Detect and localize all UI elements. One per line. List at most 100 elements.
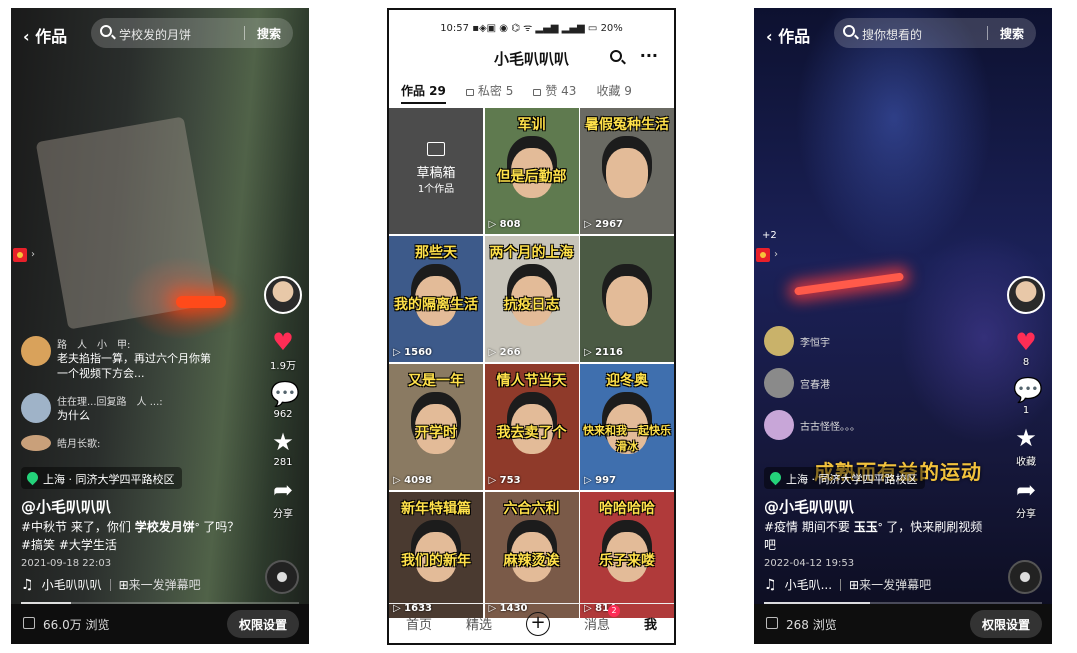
floating-comments: 李恒宇 宫春港 古古怪怪。。。 — [764, 326, 964, 452]
video-tile[interactable]: 新年特辑篇我们的新年1633 — [389, 492, 483, 618]
share-label: 分享 — [273, 509, 293, 520]
tab-favorites[interactable]: 收藏 9 — [596, 82, 631, 99]
music-name: 小毛叭叭叭 — [41, 578, 102, 592]
lock-icon — [533, 89, 542, 96]
desc-text: #疫情 期间不要 — [764, 520, 854, 534]
play-count: 1560 — [393, 347, 432, 358]
back-button[interactable]: ‹ 作品 — [23, 23, 67, 47]
search-icon[interactable] — [610, 50, 622, 62]
play-count: 753 — [489, 475, 521, 486]
tab-private[interactable]: 私密 5 — [465, 82, 513, 99]
search-bar[interactable]: 搜你想看的 搜索 — [834, 18, 1036, 48]
video-tile[interactable]: 迎冬奥快来和我一起快乐滑冰 997 — [580, 364, 674, 490]
author-avatar[interactable] — [1007, 276, 1045, 314]
video-tile[interactable]: 又是一年开学时 4098 — [389, 364, 483, 490]
author-name[interactable]: @小毛叭叭叭 — [21, 496, 111, 517]
video-tile[interactable]: 哈哈哈哈乐子来喽814 — [580, 492, 674, 618]
video-tile[interactable]: 情人节当天我去卖了个 753 — [484, 364, 579, 490]
like-icon[interactable]: ♥ — [270, 330, 296, 354]
nav-home[interactable]: 首页 — [406, 614, 432, 633]
search-button[interactable]: 搜索 — [257, 25, 281, 42]
thumbnail-caption: 暑假冤种生活 — [585, 117, 669, 133]
share-icon[interactable]: ➦ — [270, 478, 296, 502]
nav-messages[interactable]: 消息 2 — [584, 605, 620, 633]
red-packet-icon[interactable] — [13, 248, 27, 262]
search-button[interactable]: 搜索 — [1000, 25, 1024, 42]
danmaku-prompt[interactable]: 来一发弹幕吧 — [129, 576, 201, 593]
favorite-icon[interactable]: ★ — [1013, 426, 1039, 450]
more-icon[interactable]: ··· — [640, 46, 658, 65]
music-bar[interactable]: ♫ 小毛叭叭叭 ⊞ 来一发弹幕吧 — [21, 576, 201, 593]
nav-me[interactable]: 我 — [644, 614, 657, 633]
video-description: #中秋节 来了，你们 学校发月饼ᐤ 了吗？ #搞笑 #大学生活 — [21, 518, 251, 554]
comment-item[interactable]: 古古怪怪。。。 — [764, 410, 964, 440]
video-light — [176, 296, 226, 308]
music-bar[interactable]: ♫ 小毛叭... ⊞ 来一发弹幕吧 — [764, 576, 931, 593]
status-bar: 10:57 ▪◈▣ ◉ ⌬ ᯤ ▂▄▆ ▂▄▆ ▭ 20% — [389, 20, 674, 34]
comment-icon[interactable]: 💬 — [1013, 378, 1043, 402]
video-description: #疫情 期间不要 玉玉ᐤ 了，快来刷刷视频吧 — [764, 518, 994, 554]
thumbnail-caption: 又是一年 — [408, 373, 464, 389]
danmaku-prompt[interactable]: 来一发弹幕吧 — [859, 576, 931, 593]
location-tag[interactable]: 上海 · 同济大学四平路校区 — [764, 467, 925, 489]
bottom-bar: 66.0万 浏览 权限设置 — [11, 604, 309, 644]
danmaku-icon: ⊞ — [118, 577, 129, 592]
video-tile[interactable]: 暑假冤种生活 2967 — [580, 108, 674, 234]
create-button[interactable]: + — [525, 611, 550, 636]
divider — [244, 26, 245, 40]
search-placeholder[interactable]: 搜你想看的 — [862, 26, 922, 43]
back-button[interactable]: ‹ 作品 — [766, 23, 810, 47]
chevron-right-icon[interactable]: › — [774, 249, 778, 260]
comment-item[interactable]: 皓月长歌: — [21, 435, 221, 451]
commenter-name: 宫春港 — [800, 379, 830, 391]
comment-item[interactable]: 李恒宇 — [764, 326, 964, 356]
music-disc[interactable] — [265, 560, 299, 594]
desc-search-link[interactable]: 学校发月饼 — [135, 520, 195, 534]
video-tile[interactable]: 那些天我的隔离生活 1560 — [389, 236, 483, 362]
thumbnail-caption: 开学时 — [415, 425, 457, 441]
permission-settings-button[interactable]: 权限设置 — [969, 610, 1042, 638]
thumbnail-caption: 新年特辑篇 — [401, 501, 471, 517]
favorite-icon[interactable]: ★ — [270, 430, 296, 454]
thumbnail-caption: 我去卖了个 — [496, 425, 567, 441]
video-player-right[interactable]: ‹ 作品 搜你想看的 搜索 +2 › ♥ 8 💬 1 ★ 收藏 ➦ 分享 李恒宇… — [754, 8, 1052, 644]
video-tile[interactable]: 2116 — [580, 236, 674, 362]
nav-featured[interactable]: 精选 — [466, 614, 492, 633]
music-disc[interactable] — [1008, 560, 1042, 594]
location-tag[interactable]: 上海 · 同济大学四平路校区 — [21, 467, 182, 489]
chevron-right-icon[interactable]: › — [31, 249, 35, 260]
post-date: 2022-04-12 19:53 — [764, 558, 855, 569]
comment-item[interactable]: 宫春港 — [764, 368, 964, 398]
video-tile[interactable]: 军训但是后勤部 808 — [484, 108, 579, 234]
video-tile[interactable]: 两个月的上海抗疫日志 266 — [484, 236, 579, 362]
bottom-nav: 首页 精选 + 消息 2 我 — [389, 603, 674, 643]
search-bar[interactable]: 学校发的月饼 搜索 — [91, 18, 293, 48]
comment-icon[interactable]: 💬 — [270, 382, 300, 406]
message-badge: 2 — [607, 605, 620, 617]
tab-liked[interactable]: 赞 43 — [533, 82, 576, 99]
comment-item[interactable]: 住在理...回复路 人 ...: 为什么 — [21, 393, 221, 423]
share-icon[interactable]: ➦ — [1013, 478, 1039, 502]
desc-search-link[interactable]: 玉玉 — [854, 520, 878, 534]
profile-page: 10:57 ▪◈▣ ◉ ⌬ ᯤ ▂▄▆ ▂▄▆ ▭ 20% 小毛叭叭叭 ··· … — [387, 8, 676, 645]
permission-settings-button[interactable]: 权限设置 — [226, 610, 299, 638]
status-battery: 20% — [600, 23, 623, 34]
back-label: 作品 — [35, 27, 68, 46]
search-icon — [843, 25, 855, 37]
red-packet-icon[interactable] — [756, 248, 770, 262]
video-player-left[interactable]: ‹ 作品 学校发的月饼 搜索 › ♥ 1.9万 💬 962 ★ 281 ➦ 分享 — [11, 8, 309, 644]
video-tile[interactable]: 六合六利麻辣烫诶1430 — [484, 492, 579, 618]
thumbnail-caption: 抗疫日志 — [503, 297, 560, 313]
tab-works[interactable]: 作品 29 — [401, 82, 446, 104]
comment-item[interactable]: 路 人 小 甲: 老夫掐指一算，再过六个月你第一个视频下方会... — [21, 336, 221, 381]
bottom-bar: 268 浏览 权限设置 — [754, 604, 1052, 644]
author-name[interactable]: @小毛叭叭叭 — [764, 496, 854, 517]
like-icon[interactable]: ♥ — [1013, 330, 1039, 354]
thumbnail-caption: 情人节当天 — [496, 373, 567, 389]
search-query[interactable]: 学校发的月饼 — [119, 26, 191, 43]
divider — [987, 26, 988, 40]
tab-liked-label: 赞 43 — [545, 84, 577, 98]
drafts-tile[interactable]: 草稿箱 1个作品 — [389, 108, 483, 234]
commenter-name: 李恒宇 — [800, 337, 830, 349]
author-avatar[interactable] — [264, 276, 302, 314]
